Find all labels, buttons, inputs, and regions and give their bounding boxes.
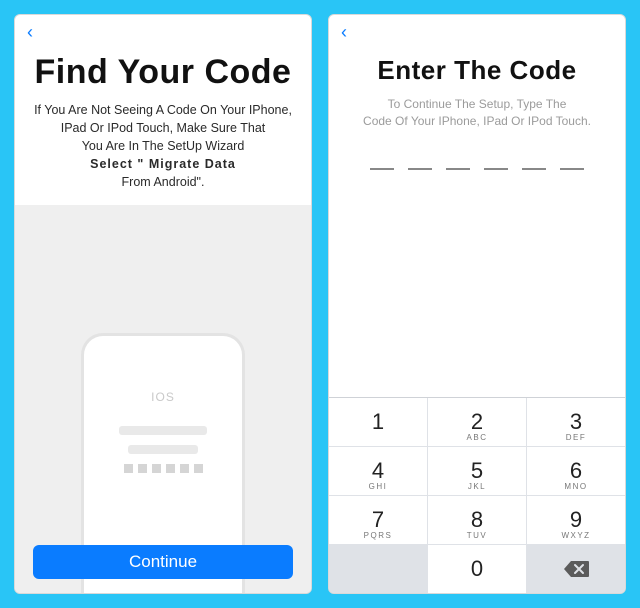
content: Find Your Code If You Are Not Seeing A C…	[15, 49, 311, 191]
code-slot	[408, 166, 432, 170]
code-slot	[522, 166, 546, 170]
desc-select: Select " Migrate Data	[90, 157, 236, 171]
key-sub: MNO	[564, 482, 587, 491]
desc-line: From Android".	[122, 175, 205, 189]
screen-enter-code: ‹ Enter The Code To Continue The Setup, …	[328, 14, 626, 594]
illustration-area: IOS	[15, 205, 311, 593]
desc-line: You Are In The SetUp Wizard	[82, 139, 245, 153]
mock-phone-label: IOS	[84, 390, 242, 404]
keypad-key-backspace[interactable]	[527, 545, 625, 593]
key-sub: JKL	[468, 482, 486, 491]
backspace-icon	[563, 560, 589, 578]
code-input-slots[interactable]	[343, 166, 611, 170]
keypad-key-6[interactable]: 6 MNO	[527, 447, 625, 495]
keypad-key-9[interactable]: 9 WXYZ	[527, 496, 625, 544]
key-main: 0	[471, 556, 483, 582]
key-main: 6	[570, 458, 582, 484]
key-sub: GHI	[369, 482, 388, 491]
topbar: ‹	[329, 15, 625, 49]
key-sub: TUV	[467, 531, 488, 540]
desc-line: IPad Or IPod Touch, Make Sure That	[61, 121, 266, 135]
key-main: 7	[372, 507, 384, 533]
numeric-keypad: 1 2 ABC 3 DEF 4 GHI 5 JKL 6 MNO 7 PQRS 8	[329, 397, 625, 593]
code-slot	[560, 166, 584, 170]
keypad-key-blank	[329, 545, 427, 593]
key-main: 5	[471, 458, 483, 484]
keypad-key-0[interactable]: 0	[428, 545, 526, 593]
code-slot	[446, 166, 470, 170]
mock-bar	[119, 426, 207, 435]
keypad-key-1[interactable]: 1	[329, 398, 427, 446]
key-sub: ABC	[467, 433, 488, 442]
page-title: Enter The Code	[343, 55, 611, 86]
mock-bar	[128, 445, 198, 454]
key-main: 4	[372, 458, 384, 484]
content: Enter The Code To Continue The Setup, Ty…	[329, 49, 625, 170]
key-main: 3	[570, 409, 582, 435]
continue-button[interactable]: Continue	[33, 545, 293, 579]
continue-wrap: Continue	[33, 545, 293, 579]
keypad-key-3[interactable]: 3 DEF	[527, 398, 625, 446]
key-main: 1	[372, 409, 384, 435]
keypad-key-2[interactable]: 2 ABC	[428, 398, 526, 446]
back-chevron-icon[interactable]: ‹	[341, 23, 347, 41]
key-sub: WXYZ	[561, 531, 590, 540]
key-sub: DEF	[566, 433, 587, 442]
keypad-key-7[interactable]: 7 PQRS	[329, 496, 427, 544]
key-main: 9	[570, 507, 582, 533]
mock-code-dots	[84, 464, 242, 473]
description: To Continue The Setup, Type The Code Of …	[343, 96, 611, 130]
keypad-key-4[interactable]: 4 GHI	[329, 447, 427, 495]
code-slot	[370, 166, 394, 170]
description: If You Are Not Seeing A Code On Your IPh…	[31, 101, 295, 192]
desc-line: Code Of Your IPhone, IPad Or IPod Touch.	[363, 114, 591, 128]
screen-find-code: ‹ Find Your Code If You Are Not Seeing A…	[14, 14, 312, 594]
page-title: Find Your Code	[31, 55, 295, 91]
code-slot	[484, 166, 508, 170]
key-main: 2	[471, 409, 483, 435]
topbar: ‹	[15, 15, 311, 49]
back-chevron-icon[interactable]: ‹	[27, 23, 33, 41]
keypad-key-8[interactable]: 8 TUV	[428, 496, 526, 544]
keypad-key-5[interactable]: 5 JKL	[428, 447, 526, 495]
desc-line: To Continue The Setup, Type The	[388, 97, 567, 111]
key-sub: PQRS	[364, 531, 393, 540]
desc-line: If You Are Not Seeing A Code On Your IPh…	[34, 103, 292, 117]
key-main: 8	[471, 507, 483, 533]
